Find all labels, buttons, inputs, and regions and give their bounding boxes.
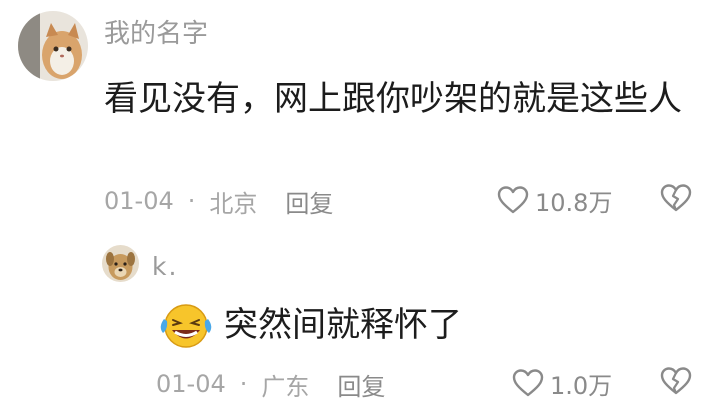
heart-outline-icon	[497, 186, 529, 214]
broken-heart-icon	[660, 367, 692, 395]
like-count: 10.8万	[535, 188, 613, 217]
dislike-button[interactable]	[660, 183, 692, 217]
comment-location: 北京	[209, 189, 258, 218]
user-avatar[interactable]	[102, 245, 139, 282]
comment-date: 01-04	[104, 187, 174, 215]
comment-meta: 01-04 · 广东 回复	[156, 366, 385, 402]
like-count: 1.0万	[550, 371, 613, 400]
reply-button[interactable]: 回复	[337, 367, 385, 402]
dog-avatar-image	[102, 245, 139, 282]
broken-heart-icon	[660, 184, 692, 212]
cat-avatar-image	[18, 11, 88, 81]
username[interactable]: 我的名字	[104, 17, 208, 51]
laughing-crying-emoji-icon	[160, 304, 212, 348]
comment-meta: 01-04 · 北京 回复	[104, 183, 333, 219]
comment-text: 突然间就释怀了	[224, 305, 462, 345]
heart-outline-icon	[512, 369, 544, 397]
reply-button[interactable]: 回复	[285, 184, 333, 219]
comment-body: 突然间就释怀了	[156, 296, 462, 354]
comment-text: 看见没有，网上跟你吵架的就是这些人	[104, 79, 682, 119]
username[interactable]: k.	[152, 252, 178, 282]
meta-separator: ·	[239, 370, 248, 398]
comment-location: 广东	[261, 372, 310, 401]
meta-separator: ·	[187, 187, 196, 215]
like-button[interactable]: 10.8万	[497, 182, 612, 218]
comment-date: 01-04	[156, 370, 226, 398]
dislike-button[interactable]	[660, 366, 692, 400]
like-button[interactable]: 1.0万	[512, 365, 612, 401]
user-avatar[interactable]	[18, 11, 88, 81]
